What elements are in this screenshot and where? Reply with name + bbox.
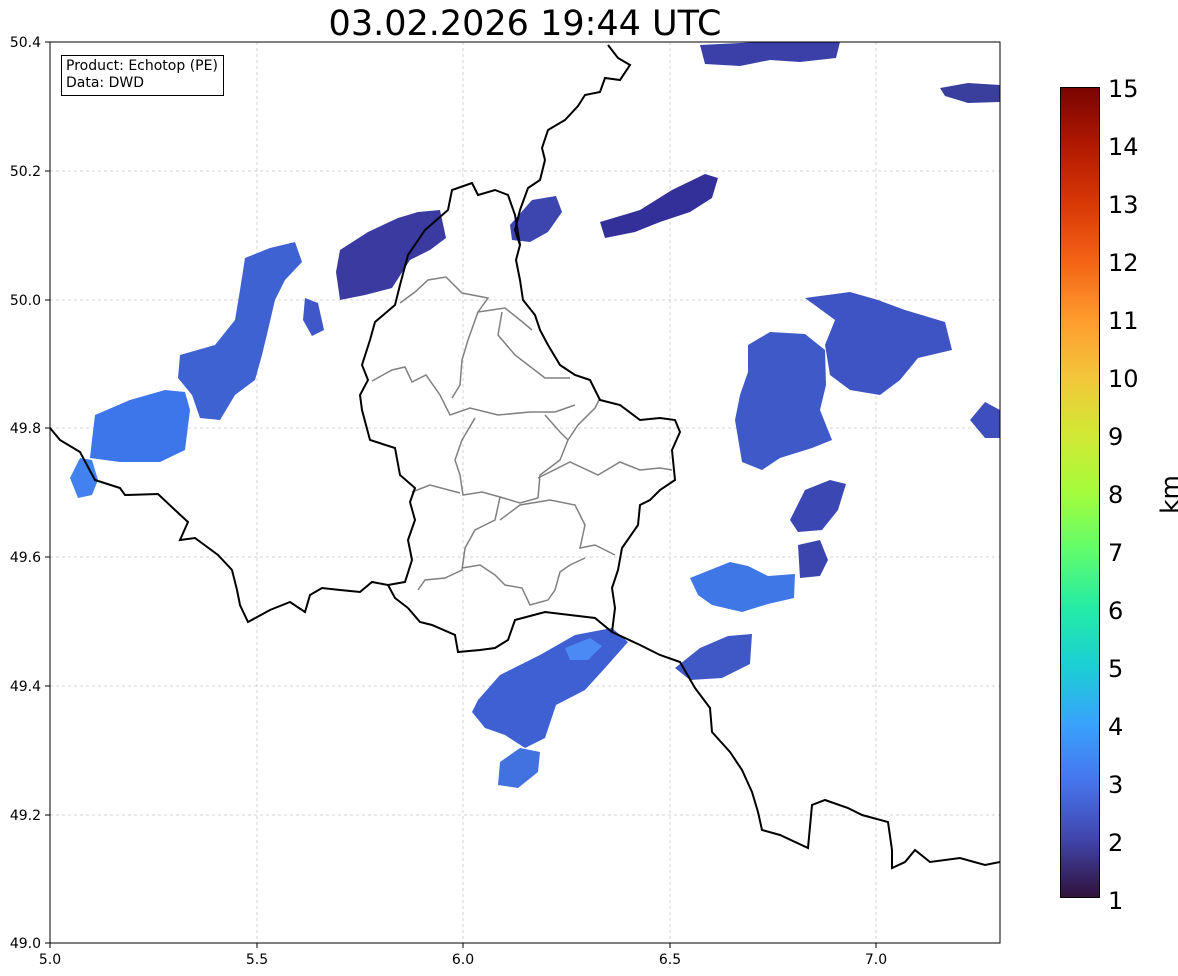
y-tick-label: 49.6: [10, 550, 41, 566]
x-tick-label: 6.5: [659, 952, 681, 968]
colorbar-tick-label: 10: [1108, 365, 1139, 393]
y-tick-label: 49.2: [10, 808, 41, 824]
x-tick-label: 5.0: [39, 952, 61, 968]
product-info-box: Product: Echotop (PE) Data: DWD: [61, 55, 224, 96]
colorbar-tick-label: 7: [1108, 539, 1124, 567]
colorbar-tick-label: 6: [1108, 597, 1124, 625]
colorbar: [1060, 87, 1100, 898]
colorbar-tick-label: 2: [1108, 829, 1124, 857]
plot-area: [50, 42, 1000, 943]
colorbar-tick-label: 3: [1108, 771, 1124, 799]
colorbar-tick-label: 13: [1108, 191, 1139, 219]
x-tick-label: 6.0: [452, 952, 474, 968]
y-axis: 49.0 49.2 49.4 49.6 49.8 50.0 50.2 50.4: [10, 35, 50, 952]
y-tick-label: 49.8: [10, 421, 41, 437]
y-tick-label: 50.4: [10, 35, 41, 51]
colorbar-tick-label: 11: [1108, 307, 1139, 335]
colorbar-tick-label: 5: [1108, 655, 1124, 683]
colorbar-tick-label: 4: [1108, 713, 1124, 741]
x-tick-label: 7.0: [865, 952, 887, 968]
y-tick-label: 49.0: [10, 936, 41, 952]
y-tick-label: 49.4: [10, 679, 41, 695]
y-tick-label: 50.0: [10, 293, 41, 309]
colorbar-tick-label: 12: [1108, 249, 1139, 277]
colorbar-tick-label: 14: [1108, 133, 1139, 161]
colorbar-tick-label: 9: [1108, 423, 1124, 451]
data-source-label: Data: DWD: [66, 75, 144, 91]
colorbar-tick-label: 8: [1108, 481, 1124, 509]
y-tick-label: 50.2: [10, 164, 41, 180]
map-plot: 5.0 5.5 6.0 6.5 7.0 49.0 49.2 49.4 49.6 …: [10, 35, 1001, 968]
product-label: Product: Echotop (PE): [66, 58, 218, 74]
x-axis: 5.0 5.5 6.0 6.5 7.0: [39, 943, 887, 968]
colorbar-tick-label: 1: [1108, 887, 1124, 915]
x-tick-label: 5.5: [246, 952, 268, 968]
colorbar-tick-label: 15: [1108, 75, 1139, 103]
colorbar-unit-label: km: [1155, 475, 1178, 514]
